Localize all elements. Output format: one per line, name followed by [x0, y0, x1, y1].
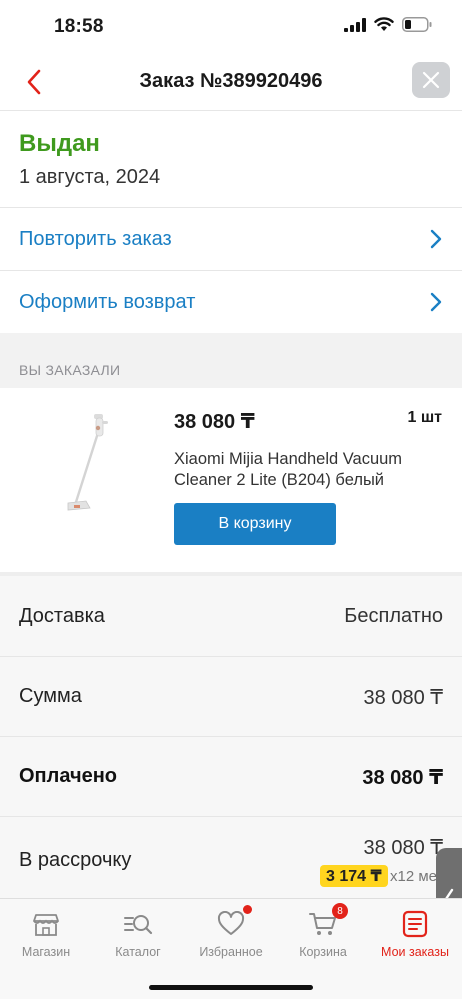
total-label: Сумма [19, 685, 82, 707]
tab-my-orders[interactable]: Мои заказы [369, 909, 461, 965]
battery-icon [402, 17, 432, 32]
return-order-label: Оформить возврат [19, 290, 196, 313]
section-header: ВЫ ЗАКАЗАЛИ [19, 362, 121, 378]
repeat-order-label: Повторить заказ [19, 227, 172, 250]
wifi-icon [374, 17, 394, 31]
cart-icon: 8 [308, 903, 348, 939]
divider [0, 110, 462, 111]
section-band [0, 333, 462, 388]
paid-label: Оплачено [19, 765, 117, 787]
page-title: Заказ №389920496 [139, 70, 323, 92]
product-price: 38 080 ₸ [174, 411, 255, 433]
product-card: 38 080 ₸ 1 шт Xiaomi Mijia Handheld Vacu… [0, 388, 462, 572]
catalog-search-icon [123, 909, 153, 939]
tab-shop[interactable]: Магазин [0, 909, 92, 965]
order-status: Выдан [19, 130, 100, 157]
tab-label: Корзина [299, 945, 347, 959]
tab-label: Мои заказы [381, 945, 449, 959]
heart-icon [216, 905, 252, 939]
tab-cart[interactable]: 8 Корзина [277, 903, 369, 965]
installment-row: В рассрочку 38 080 ₸ [0, 817, 462, 898]
total-value: 38 080 ₸ [363, 687, 443, 709]
installment-value: 38 080 ₸ [363, 837, 443, 859]
delivery-label: Доставка [19, 605, 105, 627]
orders-icon [400, 909, 430, 939]
close-icon [422, 71, 440, 89]
tab-label: Избранное [199, 945, 263, 959]
paid-value: 38 080 ₸ [362, 767, 443, 789]
tab-label: Магазин [21, 945, 71, 959]
installment-label: В рассрочку [19, 849, 132, 871]
order-date: 1 августа, 2024 [19, 166, 161, 188]
tab-favorites[interactable]: Избранное [185, 905, 277, 965]
tab-bar: Магазин Каталог Избранное 8 Корзина Мои … [0, 898, 462, 999]
tab-label: Каталог [115, 945, 161, 959]
product-quantity: 1 шт [407, 409, 442, 426]
cart-count-badge: 8 [332, 903, 348, 919]
add-to-cart-button[interactable]: В корзину [174, 503, 336, 545]
installment-term: x12 ме [390, 868, 438, 885]
status-bar: 18:58 [0, 0, 462, 54]
close-button[interactable] [412, 62, 450, 98]
chevron-right-icon [430, 229, 442, 249]
repeat-order-button[interactable]: Повторить заказ [0, 208, 462, 270]
notification-dot [243, 905, 252, 914]
shop-icon [31, 909, 61, 939]
status-icons [344, 17, 432, 32]
tab-catalog[interactable]: Каталог [92, 909, 184, 965]
product-name[interactable]: Xiaomi Mijia Handheld Vacuum Cleaner 2 L… [174, 449, 434, 491]
home-indicator [149, 985, 313, 990]
delivery-value: Бесплатно [344, 605, 443, 627]
total-row: Сумма 38 080 ₸ [0, 657, 462, 737]
chevron-right-icon [430, 292, 442, 312]
return-order-button[interactable]: Оформить возврат [0, 271, 462, 333]
installment-monthly-badge: 3 174 ₸ [320, 865, 388, 887]
paid-row: Оплачено 38 080 ₸ [0, 737, 462, 817]
signal-icon [344, 17, 366, 32]
nav-bar: Заказ №389920496 [0, 58, 462, 110]
product-image[interactable] [60, 408, 118, 518]
status-time: 18:58 [54, 16, 104, 37]
delivery-row: Доставка Бесплатно [0, 576, 462, 656]
